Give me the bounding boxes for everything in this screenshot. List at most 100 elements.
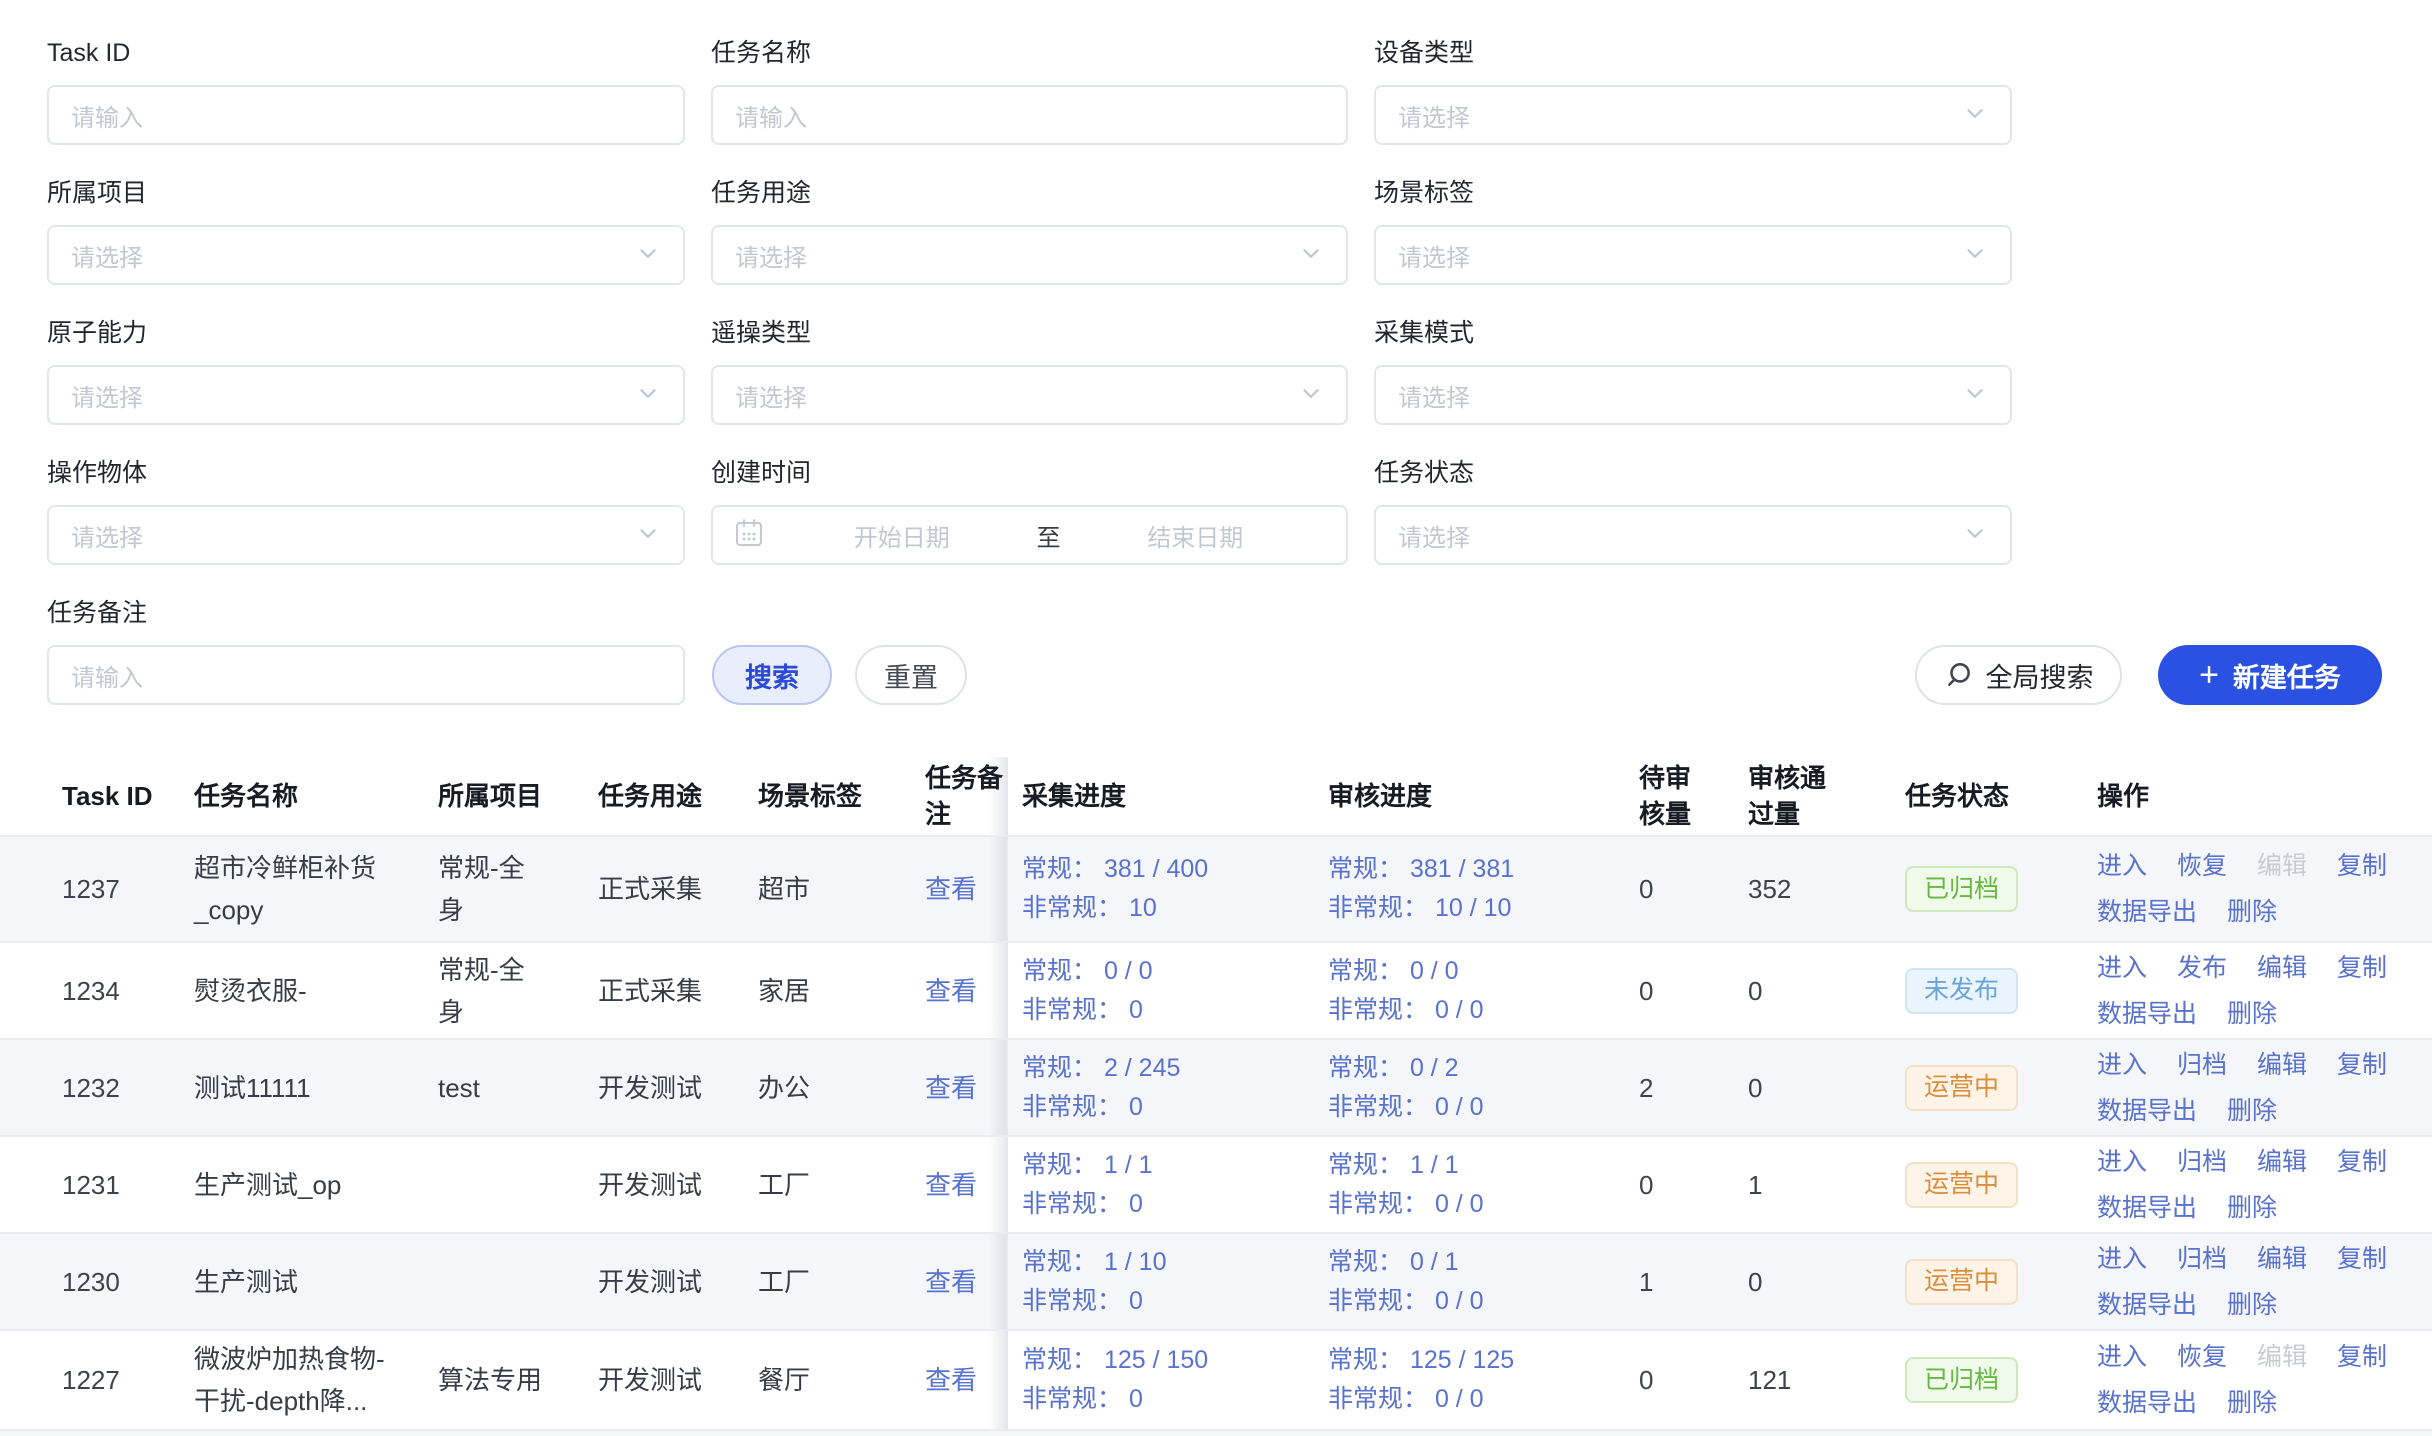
op-link-restore[interactable]: 恢复 xyxy=(2177,846,2227,886)
scroll-columns: 常规： 1 / 1非常规： 0常规： 1 / 1非常规： 0 / 001运营中进… xyxy=(1008,1137,2432,1232)
op-link-delete[interactable]: 删除 xyxy=(2227,1285,2277,1325)
review-irregular: 非常规： 0 / 0 xyxy=(1328,1185,1484,1224)
op-link-enter[interactable]: 进入 xyxy=(2097,846,2147,886)
chevron-down-icon xyxy=(1962,100,1988,131)
op-link-restore[interactable]: 恢复 xyxy=(2177,1337,2227,1377)
placeholder-text: 请选择 xyxy=(1398,378,1962,413)
cell-task-id: 1227 xyxy=(0,1331,194,1429)
new-task-button[interactable]: + 新建任务 xyxy=(2158,645,2382,705)
cell-operations: 进入发布编辑复制数据导出删除 xyxy=(2080,943,2432,1038)
fixed-left-columns: 1227微波炉加热食物-干扰-depth降...算法专用开发测试餐厅查看 xyxy=(0,1331,1008,1429)
task-name-input[interactable]: 请输入 xyxy=(711,85,1348,145)
column-header-review: 审核进度 xyxy=(1312,757,1625,835)
filter-label-teleop-type: 遥操类型 xyxy=(711,318,1348,348)
cell-remark: 查看 xyxy=(918,943,1008,1038)
column-header-remark: 任务备注 xyxy=(918,757,1008,835)
device-type-select[interactable]: 请选择 xyxy=(1374,85,2012,145)
op-link-delete[interactable]: 删除 xyxy=(2227,994,2277,1034)
chevron-down-icon xyxy=(635,380,661,411)
global-search-button[interactable]: 全局搜索 xyxy=(1915,645,2122,705)
view-remark-link[interactable]: 查看 xyxy=(925,868,977,910)
search-button[interactable]: 搜索 xyxy=(712,645,832,705)
end-date-placeholder: 结束日期 xyxy=(1065,518,1327,553)
filter-field-project: 所属项目请选择 xyxy=(47,178,685,285)
collect-regular: 常规： 1 / 1 xyxy=(1022,1146,1153,1185)
op-link-copy[interactable]: 复制 xyxy=(2337,1239,2387,1279)
op-link-delete[interactable]: 删除 xyxy=(2227,1383,2277,1423)
op-link-edit[interactable]: 编辑 xyxy=(2257,948,2307,988)
op-link-archive[interactable]: 归档 xyxy=(2177,1239,2227,1279)
scene-tag-select[interactable]: 请选择 xyxy=(1374,225,2012,285)
review-regular: 常规： 1 / 1 xyxy=(1328,1146,1459,1185)
op-link-export[interactable]: 数据导出 xyxy=(2097,1091,2197,1131)
op-link-edit[interactable]: 编辑 xyxy=(2257,1142,2307,1182)
op-link-enter[interactable]: 进入 xyxy=(2097,1142,2147,1182)
column-header-pending: 待审 核量 xyxy=(1625,757,1735,835)
cell-collect-progress: 常规： 1 / 1非常规： 0 xyxy=(1008,1137,1312,1232)
op-link-enter[interactable]: 进入 xyxy=(2097,1045,2147,1085)
op-link-copy[interactable]: 复制 xyxy=(2337,1045,2387,1085)
cell-operations: 进入归档编辑复制数据导出删除 xyxy=(2080,1040,2432,1135)
view-remark-link[interactable]: 查看 xyxy=(925,1261,977,1303)
op-link-edit[interactable]: 编辑 xyxy=(2257,1045,2307,1085)
filter-label-create-time: 创建时间 xyxy=(711,458,1348,488)
view-remark-link[interactable]: 查看 xyxy=(925,1359,977,1401)
op-link-enter[interactable]: 进入 xyxy=(2097,1337,2147,1377)
column-header-status: 任务状态 xyxy=(1890,757,2080,835)
op-link-delete[interactable]: 删除 xyxy=(2227,1091,2277,1131)
op-link-export[interactable]: 数据导出 xyxy=(2097,892,2197,932)
op-link-export[interactable]: 数据导出 xyxy=(2097,994,2197,1034)
op-link-delete[interactable]: 删除 xyxy=(2227,1188,2277,1228)
op-link-export[interactable]: 数据导出 xyxy=(2097,1188,2197,1228)
view-remark-link[interactable]: 查看 xyxy=(925,1067,977,1109)
op-link-delete[interactable]: 删除 xyxy=(2227,892,2277,932)
op-link-copy[interactable]: 复制 xyxy=(2337,846,2387,886)
op-link-export[interactable]: 数据导出 xyxy=(2097,1383,2197,1423)
placeholder-text: 请选择 xyxy=(735,238,1298,273)
project-select[interactable]: 请选择 xyxy=(47,225,685,285)
cell-purpose: 开发测试 xyxy=(598,1137,758,1232)
cell-scene-tag: 工厂 xyxy=(758,1137,918,1232)
op-link-publish[interactable]: 发布 xyxy=(2177,948,2227,988)
task-purpose-select[interactable]: 请选择 xyxy=(711,225,1348,285)
op-link-edit[interactable]: 编辑 xyxy=(2257,1239,2307,1279)
target-object-select[interactable]: 请选择 xyxy=(47,505,685,565)
op-link-archive[interactable]: 归档 xyxy=(2177,1142,2227,1182)
filter-label-task-status: 任务状态 xyxy=(1374,458,2012,488)
op-link-copy[interactable]: 复制 xyxy=(2337,948,2387,988)
create-time-range-picker[interactable]: 开始日期至结束日期 xyxy=(711,505,1348,565)
filter-field-teleop-type: 遥操类型请选择 xyxy=(711,318,1348,425)
view-remark-link[interactable]: 查看 xyxy=(925,970,977,1012)
cell-purpose: 正式采集 xyxy=(598,943,758,1038)
review-irregular: 非常规： 0 / 0 xyxy=(1328,1282,1484,1321)
cell-project: 常规-全身 xyxy=(438,837,598,941)
table-row: 1231生产测试_op开发测试工厂查看常规： 1 / 1非常规： 0常规： 1 … xyxy=(0,1135,2432,1232)
atomic-capability-select[interactable]: 请选择 xyxy=(47,365,685,425)
chevron-down-icon xyxy=(1962,520,1988,551)
op-link-enter[interactable]: 进入 xyxy=(2097,948,2147,988)
op-link-enter[interactable]: 进入 xyxy=(2097,1239,2147,1279)
view-remark-link[interactable]: 查看 xyxy=(925,1164,977,1206)
placeholder-text: 请选择 xyxy=(1398,98,1962,133)
op-link-export[interactable]: 数据导出 xyxy=(2097,1285,2197,1325)
cell-remark: 查看 xyxy=(918,1040,1008,1135)
task-id-input[interactable]: 请输入 xyxy=(47,85,685,145)
task-status-select[interactable]: 请选择 xyxy=(1374,505,2012,565)
cell-status: 运营中 xyxy=(1890,1040,2080,1135)
op-link-copy[interactable]: 复制 xyxy=(2337,1337,2387,1377)
cell-collect-progress: 常规： 1 / 10非常规： 0 xyxy=(1008,1234,1312,1329)
scroll-columns: 常规： 125 / 150非常规： 0常规： 125 / 125非常规： 0 /… xyxy=(1008,1331,2432,1429)
teleop-type-select[interactable]: 请选择 xyxy=(711,365,1348,425)
filter-field-collect-mode: 采集模式请选择 xyxy=(1374,318,2012,425)
cell-review-progress: 常规： 125 / 125非常规： 0 / 0 xyxy=(1312,1331,1625,1429)
cell-task-name: 微波炉加热食物-干扰-depth降... xyxy=(194,1331,438,1429)
cell-review-progress: 常规： 0 / 0非常规： 0 / 0 xyxy=(1312,943,1625,1038)
reset-button[interactable]: 重置 xyxy=(855,645,967,705)
operations-box: 进入归档编辑复制数据导出删除 xyxy=(2097,1239,2402,1325)
op-link-copy[interactable]: 复制 xyxy=(2337,1142,2387,1182)
task-remark-input[interactable]: 请输入 xyxy=(47,645,685,705)
collect-mode-select[interactable]: 请选择 xyxy=(1374,365,2012,425)
table-row: 1227微波炉加热食物-干扰-depth降...算法专用开发测试餐厅查看常规： … xyxy=(0,1329,2432,1429)
op-link-archive[interactable]: 归档 xyxy=(2177,1045,2227,1085)
placeholder-text: 请输入 xyxy=(71,658,661,693)
